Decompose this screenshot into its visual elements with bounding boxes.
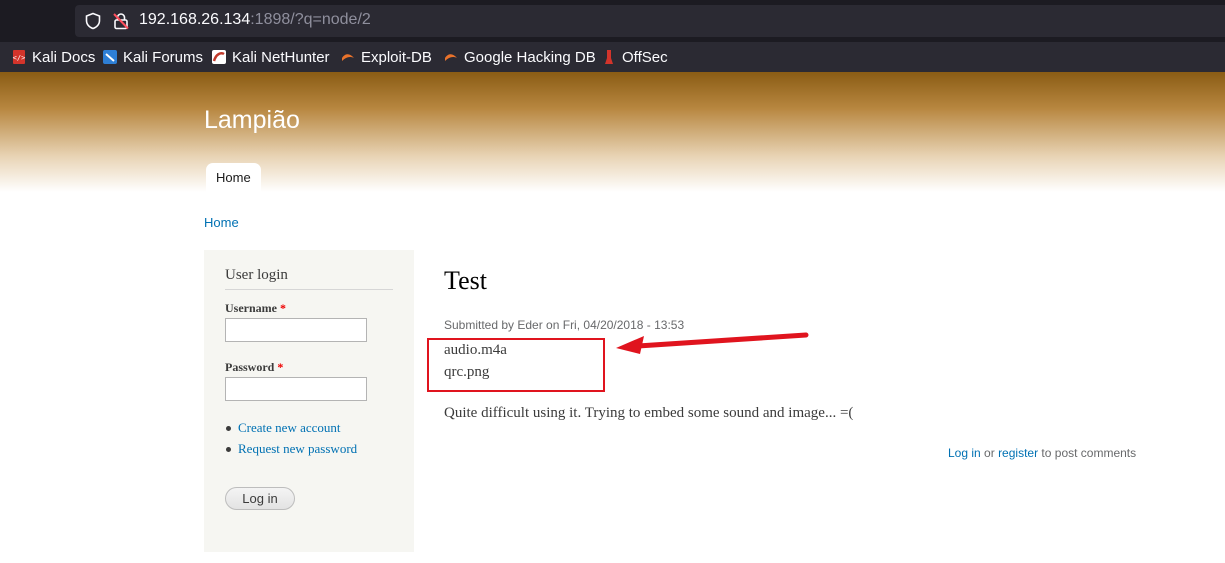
- create-account-link[interactable]: Create new account: [226, 420, 357, 441]
- bookmark-label: Exploit-DB: [361, 48, 432, 66]
- bookmark-kali-docs[interactable]: </> Kali Docs: [12, 48, 96, 66]
- node-body: Quite difficult using it. Trying to embe…: [444, 405, 854, 421]
- annotation-highlight-box: [427, 338, 605, 392]
- url-path: :1898/?q=node/2: [250, 11, 371, 28]
- comment-suffix-text: to post comments: [1041, 446, 1137, 460]
- request-password-label: Request new password: [238, 441, 358, 456]
- bookmark-kali-forums[interactable]: Kali Forums: [103, 48, 203, 66]
- url-text[interactable]: 192.168.26.134:1898/?q=node/2: [139, 11, 371, 29]
- log-in-button[interactable]: Log in: [225, 487, 295, 510]
- shield-icon[interactable]: [84, 12, 102, 30]
- bullet: [226, 447, 231, 452]
- required-marker: *: [277, 360, 284, 374]
- insecure-lock-icon[interactable]: [112, 12, 130, 30]
- url-host: 192.168.26.134: [139, 11, 251, 28]
- required-marker: *: [279, 301, 286, 315]
- divider: [225, 289, 393, 290]
- password-label: Password *: [225, 360, 283, 375]
- browser-url-bar: 192.168.26.134:1898/?q=node/2: [0, 0, 1225, 42]
- offsec-icon: [605, 50, 613, 64]
- create-account-label: Create new account: [238, 420, 341, 435]
- password-label-text: Password: [225, 360, 275, 374]
- node-title: Test: [444, 266, 487, 295]
- comment-register-link[interactable]: register: [998, 446, 1038, 460]
- site-header: Lampião Home: [0, 72, 1225, 193]
- username-label-text: Username: [225, 301, 277, 315]
- annotation-arrow-icon: [616, 332, 809, 354]
- bookmark-label: Kali NetHunter: [232, 48, 330, 66]
- bookmark-offsec[interactable]: OffSec: [602, 48, 668, 66]
- bookmark-exploit-db[interactable]: Exploit-DB: [341, 48, 432, 66]
- svg-text:</>: </>: [13, 54, 26, 62]
- bookmark-label: Google Hacking DB: [464, 48, 596, 66]
- breadcrumb-home[interactable]: Home: [204, 215, 239, 230]
- bookmark-label: Kali Forums: [123, 48, 204, 66]
- comment-or-text: or: [984, 446, 995, 460]
- bookmark-kali-nethunter[interactable]: Kali NetHunter: [212, 48, 330, 66]
- tab-home[interactable]: Home: [206, 163, 261, 193]
- password-input[interactable]: [225, 377, 367, 401]
- username-label: Username *: [225, 301, 286, 316]
- site-name[interactable]: Lampião: [204, 106, 300, 135]
- username-input[interactable]: [225, 318, 367, 342]
- bullet: [226, 426, 231, 431]
- exploit-db-icon: [342, 54, 354, 61]
- comment-prompt: Log in or register to post comments: [948, 446, 1136, 460]
- kali-forums-icon: [103, 50, 117, 64]
- kali-nethunter-icon: [212, 50, 226, 64]
- request-password-link[interactable]: Request new password: [226, 441, 357, 462]
- bookmarks-toolbar: </> Kali Docs Kali Forums Kali NetHunter…: [0, 42, 1225, 72]
- block-title: User login: [225, 267, 288, 283]
- user-login-block: User login Username * Password * Create …: [204, 250, 414, 552]
- bookmark-label: Kali Docs: [32, 48, 96, 66]
- kali-docs-icon: </>: [13, 50, 26, 64]
- comment-login-link[interactable]: Log in: [948, 446, 981, 460]
- bookmark-google-hacking-db[interactable]: Google Hacking DB: [444, 48, 596, 66]
- ghdb-icon: [445, 54, 457, 61]
- tab-home-label: Home: [216, 170, 251, 185]
- login-links: Create new account Request new password: [226, 420, 357, 462]
- bookmark-label: OffSec: [622, 48, 668, 66]
